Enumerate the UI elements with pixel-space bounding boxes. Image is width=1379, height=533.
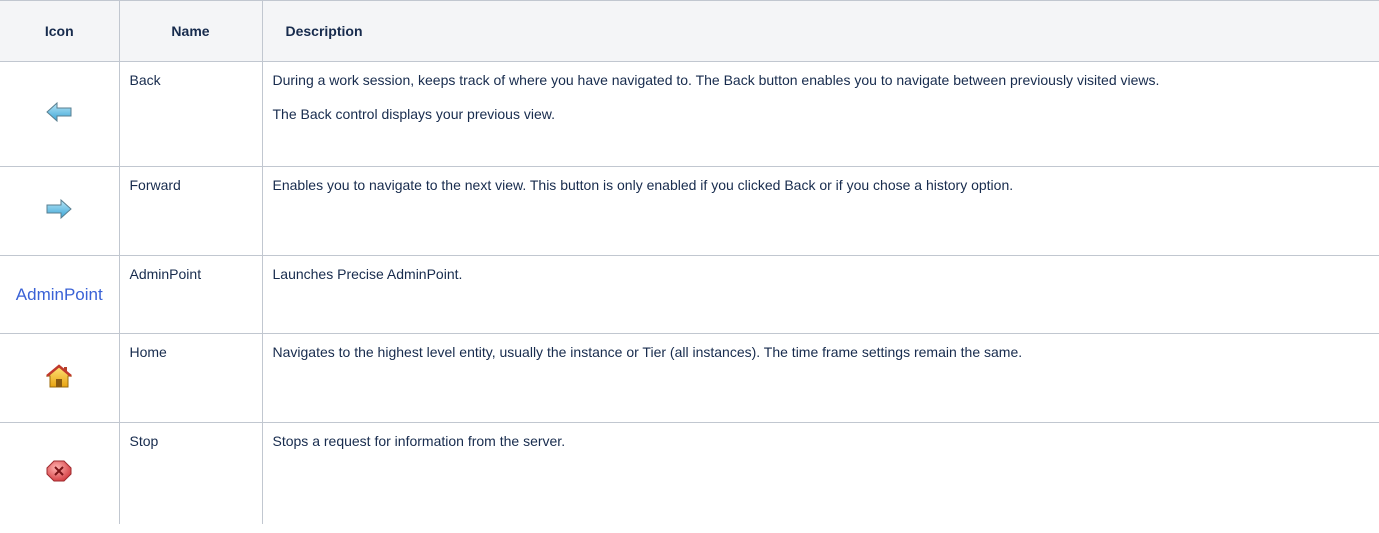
adminpoint-logo-icon: AdminPoint [15,285,103,305]
column-header-icon: Icon [0,0,120,62]
name-cell: Home [118,333,263,423]
forward-arrow-icon [45,198,73,225]
name-cell: Stop [118,422,263,524]
table-row: Forward Enables you to navigate to the n… [0,166,1379,256]
description-paragraph: Launches Precise AdminPoint. [272,266,463,282]
stop-icon [46,459,72,488]
table-row: Back During a work session, keeps track … [0,61,1379,167]
home-icon [45,363,73,393]
icon-cell [0,422,120,524]
description-cell: Enables you to navigate to the next view… [261,166,1379,256]
column-header-name: Name [118,0,263,62]
name-cell: AdminPoint [118,255,263,334]
name-cell: Forward [118,166,263,256]
description-cell: Launches Precise AdminPoint. [261,255,1379,334]
description-cell: Stops a request for information from the… [261,422,1379,524]
column-header-description: Description [261,0,1379,62]
icon-cell [0,333,120,423]
description-paragraph: Navigates to the highest level entity, u… [272,344,1023,360]
icon-cell: AdminPoint [0,255,120,334]
icon-reference-table: Icon Name Description Back During a work… [0,0,1379,524]
description-cell: During a work session, keeps track of wh… [261,61,1379,167]
back-arrow-icon [45,101,73,128]
name-cell: Back [118,61,263,167]
description-paragraph: Enables you to navigate to the next view… [272,177,1014,193]
description-paragraph: The Back control displays your previous … [272,106,555,122]
table-row: Home Navigates to the highest level enti… [0,333,1379,423]
table-row: AdminPoint AdminPoint Launches Precise A… [0,255,1379,334]
table-row: Stop Stops a request for information fro… [0,422,1379,524]
icon-cell [0,166,120,256]
description-cell: Navigates to the highest level entity, u… [261,333,1379,423]
description-paragraph: Stops a request for information from the… [272,433,566,449]
icon-cell [0,61,120,167]
description-paragraph: During a work session, keeps track of wh… [272,72,1160,88]
table-header-row: Icon Name Description [0,0,1379,62]
